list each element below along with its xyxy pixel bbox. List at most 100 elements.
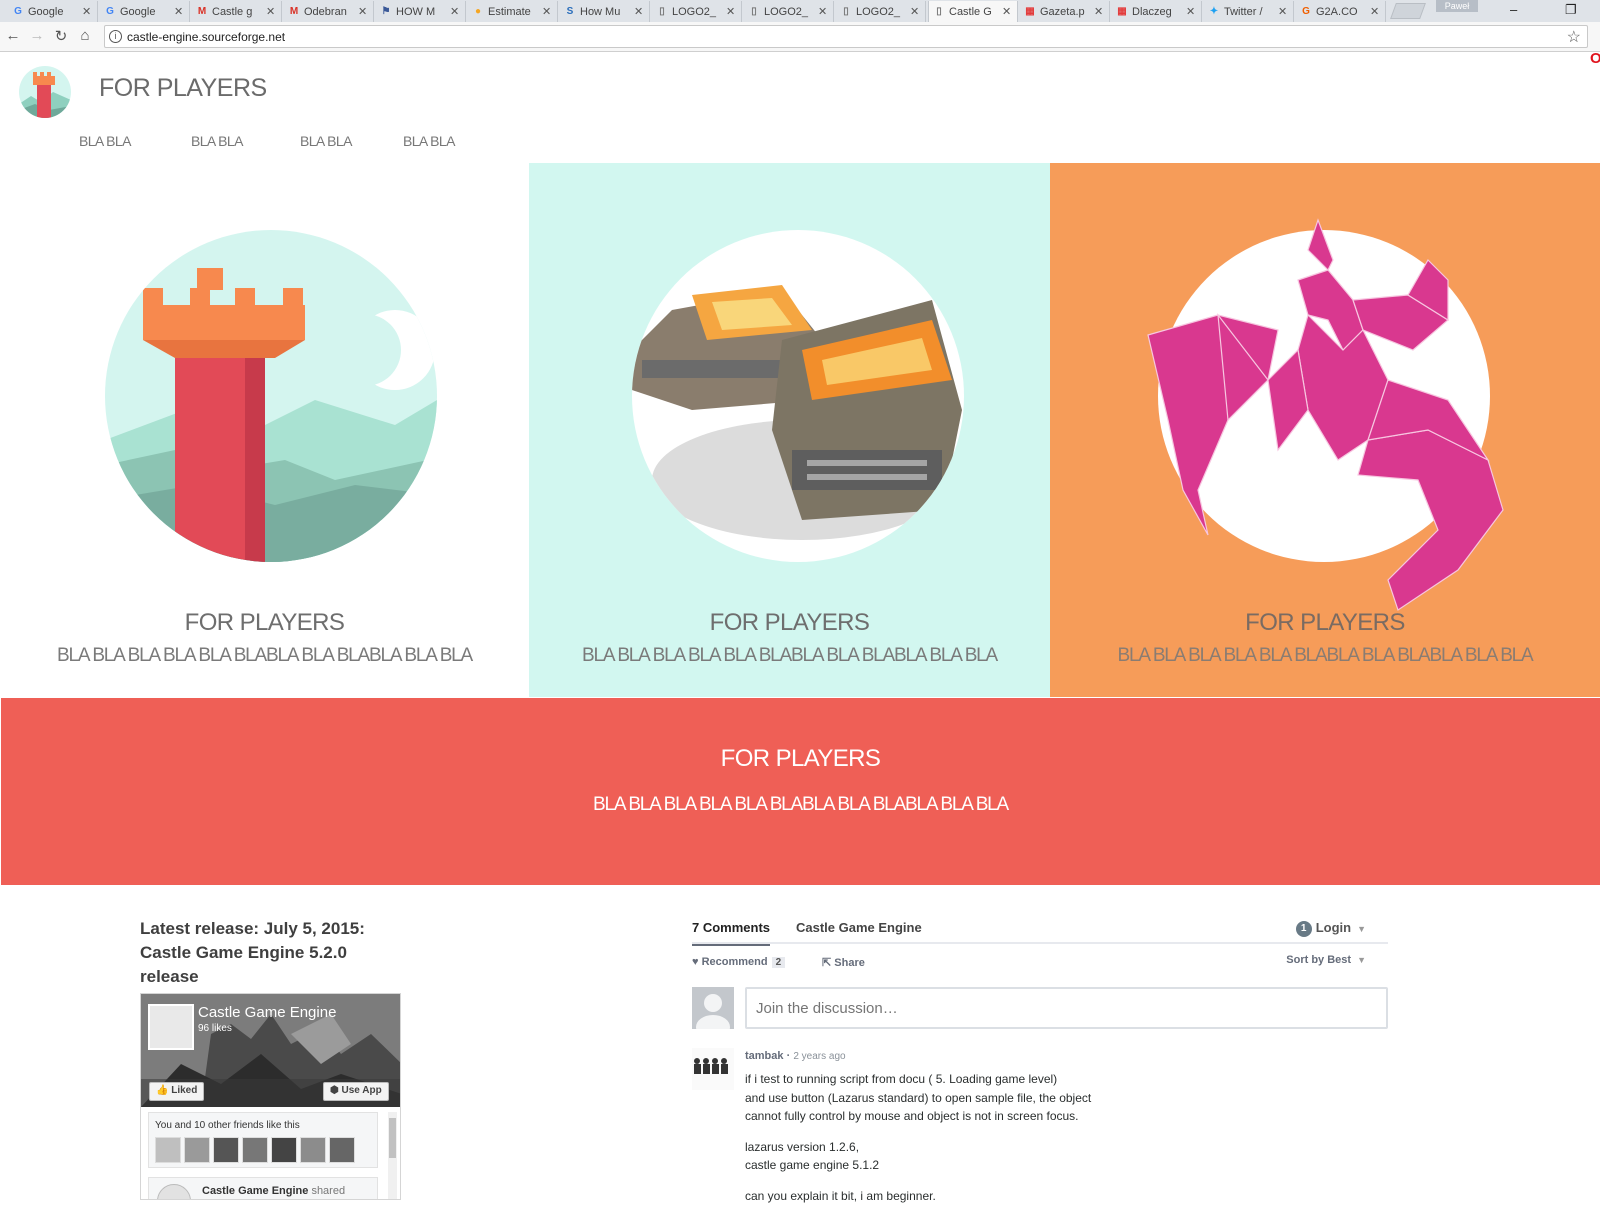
tab-community[interactable]: Castle Game Engine <box>796 920 922 935</box>
close-tab-icon[interactable]: ✕ <box>634 5 646 18</box>
facebook-likes-count: 96 likes <box>198 1023 232 1034</box>
close-tab-icon[interactable]: ✕ <box>726 5 738 18</box>
friend-avatar[interactable] <box>300 1137 326 1163</box>
friend-avatar[interactable] <box>329 1137 355 1163</box>
notification-badge: 1 <box>1295 921 1312 937</box>
close-tab-icon[interactable]: ✕ <box>266 5 278 18</box>
browser-tab[interactable]: ▯ LOGO2_ ✕ <box>836 1 926 22</box>
browser-tab[interactable]: G Google ✕ <box>8 1 98 22</box>
address-toolbar: ← → ↻ ⌂ i castle-engine.sourceforge.net … <box>0 22 1600 67</box>
sort-dropdown[interactable]: Sort by Best ▼ <box>1286 954 1366 966</box>
wrecked-cars-illustration <box>632 230 964 562</box>
tab-title: Odebran <box>304 5 347 18</box>
comment-line: lazarus version 1.2.6, <box>745 1139 860 1154</box>
friend-avatar[interactable] <box>242 1137 268 1163</box>
facebook-friends-box: You and 10 other friends like this <box>148 1112 378 1168</box>
forward-icon[interactable]: → <box>28 27 46 44</box>
comment-line: and use button (Lazarus standard) to ope… <box>745 1090 1092 1105</box>
browser-tab[interactable]: S How Mu ✕ <box>560 1 650 22</box>
browser-tab[interactable]: ● Estimate ✕ <box>468 1 558 22</box>
close-tab-icon[interactable]: ✕ <box>542 5 554 18</box>
friend-avatar[interactable] <box>213 1137 239 1163</box>
facebook-cover-image[interactable]: Castle Game Engine 96 likes 👍 Liked ⬢ Us… <box>141 994 400 1107</box>
friend-avatar[interactable] <box>155 1137 181 1163</box>
share-label: Share <box>834 957 865 969</box>
close-tab-icon[interactable]: ✕ <box>174 5 186 18</box>
page-icon: ▯ <box>659 5 665 17</box>
browser-tab[interactable]: M Odebran ✕ <box>284 1 374 22</box>
latest-release-link[interactable]: Latest release: July 5, 2015: Castle Gam… <box>140 917 400 989</box>
comment-author[interactable]: tambak <box>745 1050 784 1062</box>
facebook-page-avatar[interactable] <box>148 1004 194 1050</box>
friend-avatar[interactable] <box>271 1137 297 1163</box>
commenter-avatar[interactable] <box>692 1048 734 1090</box>
back-icon[interactable]: ← <box>4 27 22 44</box>
bookmark-star-icon[interactable]: ☆ <box>1567 27 1581 47</box>
browser-tab[interactable]: ✦ Twitter / ✕ <box>1204 1 1294 22</box>
sa-icon: S <box>566 5 574 17</box>
facebook-widget-scrollbar[interactable] <box>388 1112 397 1199</box>
browser-tab[interactable]: ▦ Gazeta.p ✕ <box>1020 1 1110 22</box>
highlight-band: FOR PLAYERS BLA BLA BLA BLA BLA BLABLA B… <box>1 698 1600 885</box>
browser-tab[interactable]: G G2A.CO ✕ <box>1296 1 1386 22</box>
panel-text: BLA BLA BLA BLA BLA BLABLA BLA BLABLA BL… <box>56 645 473 666</box>
close-tab-icon[interactable]: ✕ <box>1186 5 1198 18</box>
browser-tab[interactable]: G Google ✕ <box>100 1 190 22</box>
grid-icon: ▦ <box>1117 5 1127 17</box>
facebook-use-app-button[interactable]: ⬢ Use App <box>323 1082 389 1101</box>
browser-tab[interactable]: ▦ Dlaczeg ✕ <box>1112 1 1202 22</box>
tab-title: Dlaczeg <box>1132 5 1172 18</box>
comments-tabs: 7 Comments Castle Game Engine 1 Login ▼ <box>692 912 1388 946</box>
close-tab-icon[interactable]: ✕ <box>818 5 830 18</box>
close-tab-icon[interactable]: ✕ <box>1002 5 1014 18</box>
nav-link-2[interactable]: BLA BLA <box>191 133 243 149</box>
close-tab-icon[interactable]: ✕ <box>358 5 370 18</box>
restore-icon[interactable]: ❐ <box>1565 2 1577 18</box>
share-button[interactable]: ⇱ Share <box>822 956 865 969</box>
site-info-icon[interactable]: i <box>109 30 122 43</box>
home-icon[interactable]: ⌂ <box>76 27 94 44</box>
close-tab-icon[interactable]: ✕ <box>1278 5 1290 18</box>
browser-tab[interactable]: ▯ Castle G ✕ <box>928 1 1018 22</box>
new-tab-button[interactable] <box>1390 3 1426 19</box>
close-tab-icon[interactable]: ✕ <box>450 5 462 18</box>
browser-tab[interactable]: ⚑ HOW M ✕ <box>376 1 466 22</box>
url-text[interactable]: castle-engine.sourceforge.net <box>127 30 285 44</box>
site-logo[interactable] <box>19 66 71 118</box>
profile-button[interactable]: Paweł <box>1436 0 1478 12</box>
comment-time[interactable]: 2 years ago <box>793 1051 845 1062</box>
tab-comments[interactable]: 7 Comments <box>692 920 771 946</box>
browser-tab[interactable]: ▯ LOGO2_ ✕ <box>744 1 834 22</box>
friend-avatar[interactable] <box>184 1137 210 1163</box>
use-app-label: Use App <box>341 1085 382 1096</box>
browser-tab[interactable]: ▯ LOGO2_ ✕ <box>652 1 742 22</box>
nav-link-1[interactable]: BLA BLA <box>79 133 131 149</box>
tab-title: Castle G <box>949 5 992 18</box>
close-tab-icon[interactable]: ✕ <box>82 5 94 18</box>
comment-meta: tambak · 2 years ago <box>745 1050 846 1062</box>
post-author[interactable]: Castle Game Engine <box>202 1185 308 1197</box>
nav-link-4[interactable]: BLA BLA <box>403 133 455 149</box>
comment-line: can you explain it bit, i am beginner. <box>745 1188 936 1203</box>
facebook-page-name[interactable]: Castle Game Engine <box>198 1004 336 1021</box>
opera-extension-icon[interactable]: O <box>1590 50 1600 67</box>
nav-link-3[interactable]: BLA BLA <box>300 133 352 149</box>
app-cube-icon: ⬢ <box>330 1085 342 1096</box>
twitter-icon: ✦ <box>1209 5 1219 17</box>
page-icon: ▯ <box>936 5 942 17</box>
recommend-button[interactable]: ♥ Recommend 2 <box>692 956 786 968</box>
post-author-avatar[interactable] <box>157 1184 191 1199</box>
login-menu[interactable]: 1 Login ▼ <box>1295 920 1366 937</box>
close-tab-icon[interactable]: ✕ <box>1370 5 1382 18</box>
facebook-liked-button[interactable]: 👍 Liked <box>149 1082 205 1101</box>
comment-input[interactable] <box>745 987 1388 1029</box>
comments-actions: ♥ Recommend 2 ⇱ Share Sort by Best ▼ <box>692 954 1388 976</box>
close-tab-icon[interactable]: ✕ <box>910 5 922 18</box>
browser-tab[interactable]: M Castle g ✕ <box>192 1 282 22</box>
minimize-icon[interactable]: – <box>1510 2 1517 17</box>
site-title: FOR PLAYERS <box>99 74 267 102</box>
reload-icon[interactable]: ↻ <box>52 27 70 45</box>
close-tab-icon[interactable]: ✕ <box>1094 5 1106 18</box>
comment-line: if i test to running script from docu ( … <box>745 1072 1058 1086</box>
address-bar[interactable]: i castle-engine.sourceforge.net ☆ <box>104 25 1588 48</box>
